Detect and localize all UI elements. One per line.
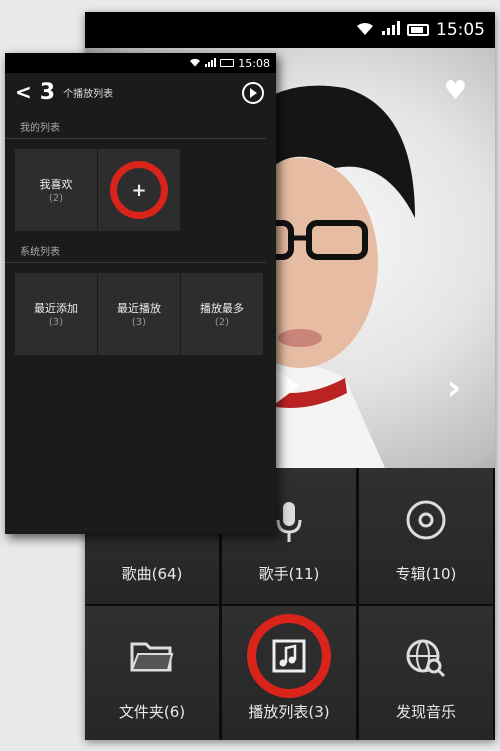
- signal-icon: [382, 20, 400, 40]
- list-item-most-played[interactable]: 播放最多 (2): [181, 273, 263, 355]
- folder-icon: [85, 638, 219, 674]
- tile-label: 文件夹(6): [118, 703, 186, 721]
- list-item-favorites[interactable]: 我喜欢 (2): [15, 149, 97, 231]
- disc-icon: [359, 500, 493, 540]
- play-all-icon[interactable]: [242, 82, 264, 104]
- list-count: (2): [48, 193, 64, 204]
- status-time: 15:08: [238, 56, 270, 70]
- tile-folders[interactable]: 文件夹(6): [85, 606, 219, 740]
- list-count: (3): [131, 317, 147, 328]
- list-count: (3): [48, 317, 64, 328]
- list-count: (2): [214, 317, 230, 328]
- wifi-icon: [189, 57, 201, 70]
- section-system-lists: 系统列表: [5, 235, 266, 263]
- highlight-ring: +: [110, 161, 168, 219]
- back-chevron-icon[interactable]: <: [15, 80, 32, 104]
- signal-icon: [205, 57, 217, 70]
- list-item-recently-added[interactable]: 最近添加 (3): [15, 273, 97, 355]
- wifi-icon: [355, 20, 375, 41]
- battery-icon: [407, 24, 429, 36]
- plus-icon: +: [131, 179, 147, 201]
- favorite-heart-icon[interactable]: ♥: [444, 76, 467, 106]
- tile-label: 播放列表(3): [248, 703, 330, 721]
- tile-discover[interactable]: 发现音乐: [359, 606, 493, 740]
- tile-playlists[interactable]: 播放列表(3): [222, 606, 356, 740]
- status-bar: 15:05: [85, 12, 495, 48]
- tile-label: 歌手(11): [258, 565, 320, 583]
- list-name: 最近添加: [34, 302, 78, 315]
- next-arrow-icon[interactable]: ›: [447, 368, 461, 408]
- play-icon[interactable]: [275, 368, 299, 404]
- front-phone-screen: 15:08 < 3 个播放列表 我的列表 我喜欢 (2) 新建列表 + 系统列表…: [5, 53, 276, 534]
- status-time: 15:05: [436, 20, 485, 40]
- battery-icon: [220, 59, 235, 67]
- my-lists-grid: 我喜欢 (2) 新建列表 +: [5, 139, 276, 235]
- playlist-count: 3: [39, 79, 56, 105]
- list-name: 我喜欢: [39, 178, 73, 191]
- section-my-lists: 我的列表: [5, 111, 266, 139]
- tile-label: 发现音乐: [395, 703, 456, 721]
- tile-label: 专辑(10): [395, 565, 457, 583]
- list-name: 最近播放: [117, 302, 161, 315]
- playlist-icon: [272, 639, 306, 673]
- highlight-ring: [247, 614, 331, 698]
- new-list-button[interactable]: 新建列表 +: [98, 149, 180, 231]
- tile-label: 歌曲(64): [121, 565, 183, 583]
- list-item-recently-played[interactable]: 最近播放 (3): [98, 273, 180, 355]
- page-title: 个播放列表: [63, 88, 114, 100]
- status-bar: 15:08: [5, 53, 276, 73]
- list-name: 播放最多: [200, 302, 244, 315]
- playlist-header: < 3 个播放列表: [5, 73, 276, 111]
- globe-search-icon: [359, 638, 493, 678]
- tile-albums[interactable]: 专辑(10): [359, 468, 493, 604]
- system-lists-grid: 最近添加 (3) 最近播放 (3) 播放最多 (2): [5, 263, 276, 359]
